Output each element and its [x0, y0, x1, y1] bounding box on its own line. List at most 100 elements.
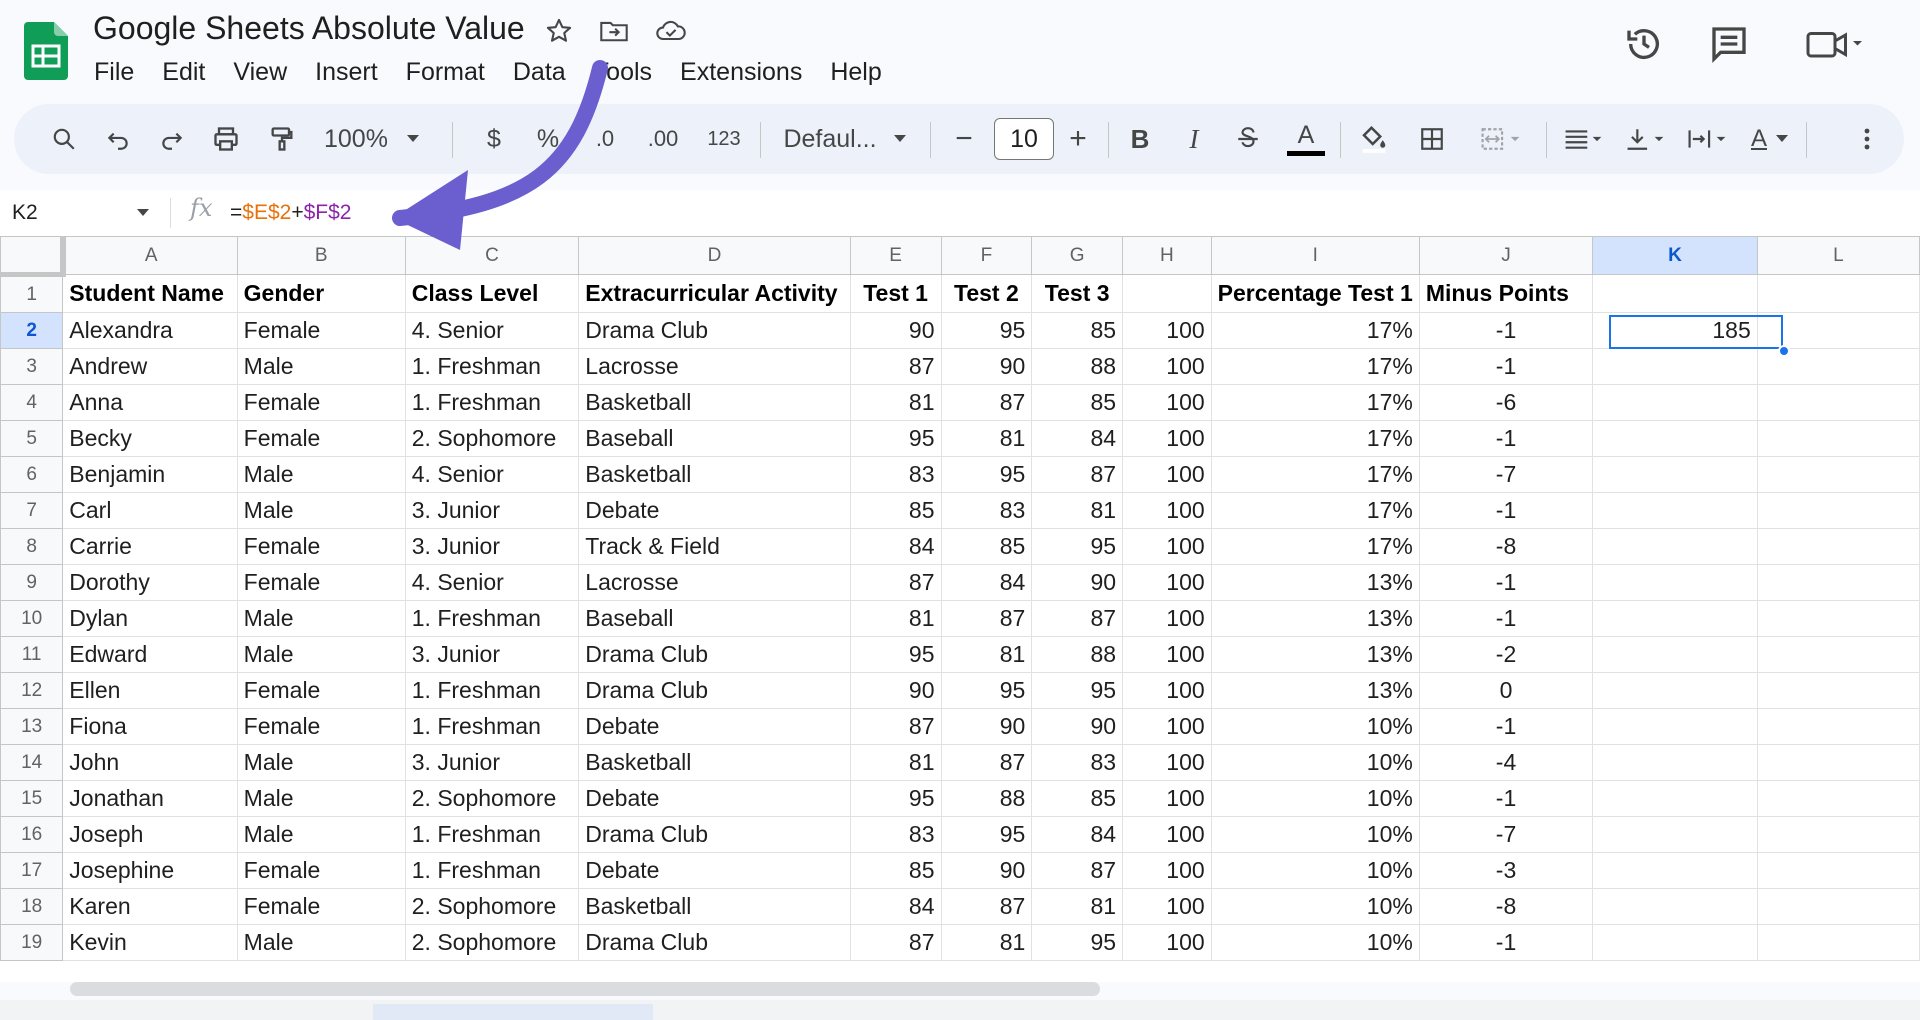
- cell[interactable]: 87: [849, 348, 942, 385]
- cell[interactable]: 81: [849, 384, 942, 421]
- text-wrapping-icon[interactable]: [1680, 104, 1736, 174]
- cell[interactable]: 100: [1122, 672, 1212, 709]
- cell[interactable]: Baseball: [578, 420, 851, 457]
- column-header-d[interactable]: D: [578, 236, 851, 275]
- cell[interactable]: 17%: [1210, 384, 1420, 421]
- cell[interactable]: Debate: [578, 708, 851, 745]
- cell[interactable]: 3. Junior: [404, 744, 580, 781]
- column-header-i[interactable]: I: [1210, 236, 1420, 275]
- cell[interactable]: Male: [236, 816, 406, 853]
- cell[interactable]: 100: [1122, 528, 1212, 565]
- menu-data[interactable]: Data: [499, 54, 580, 90]
- cell[interactable]: Test 2: [940, 274, 1033, 313]
- cell[interactable]: Drama Club: [578, 672, 851, 709]
- increase-font-size-button[interactable]: +: [1058, 104, 1098, 174]
- menu-extensions[interactable]: Extensions: [666, 54, 816, 90]
- star-icon[interactable]: [542, 14, 576, 48]
- cell[interactable]: Male: [236, 600, 406, 637]
- column-header-g[interactable]: G: [1031, 236, 1124, 275]
- cell[interactable]: 2. Sophomore: [404, 780, 580, 817]
- cell[interactable]: Josephine: [62, 852, 238, 889]
- column-header-a[interactable]: A: [62, 236, 238, 275]
- cell[interactable]: 95: [940, 672, 1033, 709]
- cell[interactable]: 10%: [1210, 744, 1420, 781]
- cell[interactable]: -1: [1418, 708, 1594, 745]
- cell[interactable]: 85: [1031, 312, 1124, 349]
- cell[interactable]: 100: [1122, 312, 1212, 349]
- cell[interactable]: Basketball: [578, 744, 851, 781]
- cell[interactable]: 95: [1031, 924, 1124, 961]
- cell[interactable]: -1: [1418, 780, 1594, 817]
- cell[interactable]: Female: [236, 888, 406, 925]
- cell[interactable]: 85: [849, 852, 942, 889]
- cell[interactable]: 88: [1031, 636, 1124, 673]
- cell[interactable]: Female: [236, 384, 406, 421]
- cell[interactable]: [1756, 636, 1920, 673]
- menu-insert[interactable]: Insert: [301, 54, 392, 90]
- cell[interactable]: 17%: [1210, 528, 1420, 565]
- cell[interactable]: 4. Senior: [404, 456, 580, 493]
- cell[interactable]: Basketball: [578, 456, 851, 493]
- cell[interactable]: 10%: [1210, 780, 1420, 817]
- row-header[interactable]: 16: [0, 816, 64, 853]
- cell[interactable]: Male: [236, 924, 406, 961]
- cell[interactable]: Basketball: [578, 888, 851, 925]
- cell[interactable]: 13%: [1210, 564, 1420, 601]
- cell[interactable]: Student Name: [62, 274, 238, 313]
- cell[interactable]: Female: [236, 852, 406, 889]
- cell[interactable]: 10%: [1210, 816, 1420, 853]
- cell[interactable]: 85: [1031, 780, 1124, 817]
- cell[interactable]: [1756, 744, 1920, 781]
- cell[interactable]: 13%: [1210, 636, 1420, 673]
- search-icon[interactable]: [44, 104, 84, 174]
- cell[interactable]: [1592, 744, 1758, 781]
- chevron-down-icon[interactable]: [136, 208, 150, 218]
- cell[interactable]: 95: [1031, 672, 1124, 709]
- cell[interactable]: [1756, 600, 1920, 637]
- formula-input[interactable]: =$E$2+$F$2: [230, 190, 351, 236]
- cell[interactable]: 1. Freshman: [404, 348, 580, 385]
- cell[interactable]: 83: [1031, 744, 1124, 781]
- cell[interactable]: Joseph: [62, 816, 238, 853]
- cell[interactable]: 100: [1122, 780, 1212, 817]
- cell[interactable]: [1592, 888, 1758, 925]
- sheet-tab-active[interactable]: [373, 1004, 653, 1020]
- cell[interactable]: 95: [940, 816, 1033, 853]
- menu-help[interactable]: Help: [816, 54, 895, 90]
- percent-format-button[interactable]: %: [528, 104, 568, 174]
- cell[interactable]: 87: [940, 600, 1033, 637]
- redo-icon[interactable]: [152, 104, 192, 174]
- cell[interactable]: [1592, 456, 1758, 493]
- cell[interactable]: John: [62, 744, 238, 781]
- cell[interactable]: [1592, 816, 1758, 853]
- cell[interactable]: 95: [849, 780, 942, 817]
- cell[interactable]: Drama Club: [578, 924, 851, 961]
- bold-button[interactable]: B: [1120, 104, 1160, 174]
- cell[interactable]: [1592, 274, 1758, 313]
- meet-icon[interactable]: [1800, 20, 1870, 68]
- comments-icon[interactable]: [1705, 20, 1753, 68]
- cell[interactable]: 90: [940, 348, 1033, 385]
- cell[interactable]: Fiona: [62, 708, 238, 745]
- cell[interactable]: Andrew: [62, 348, 238, 385]
- horizontal-scrollbar[interactable]: [70, 982, 1100, 996]
- cell[interactable]: Edward: [62, 636, 238, 673]
- row-header[interactable]: 12: [0, 672, 64, 709]
- column-header-f[interactable]: F: [940, 236, 1033, 275]
- cell[interactable]: 84: [1031, 816, 1124, 853]
- cell[interactable]: 90: [940, 708, 1033, 745]
- decrease-decimal-button[interactable]: .0: [582, 104, 628, 174]
- cell[interactable]: 95: [940, 312, 1033, 349]
- cell[interactable]: 84: [849, 528, 942, 565]
- fill-handle[interactable]: [1778, 345, 1790, 357]
- cell[interactable]: [1592, 384, 1758, 421]
- cell[interactable]: [1592, 600, 1758, 637]
- cell[interactable]: -1: [1418, 420, 1594, 457]
- select-all-corner[interactable]: [0, 236, 66, 277]
- cell[interactable]: -2: [1418, 636, 1594, 673]
- cell[interactable]: [1756, 888, 1920, 925]
- cell[interactable]: 90: [1031, 708, 1124, 745]
- cell[interactable]: Lacrosse: [578, 564, 851, 601]
- cell[interactable]: Male: [236, 744, 406, 781]
- cell[interactable]: 100: [1122, 852, 1212, 889]
